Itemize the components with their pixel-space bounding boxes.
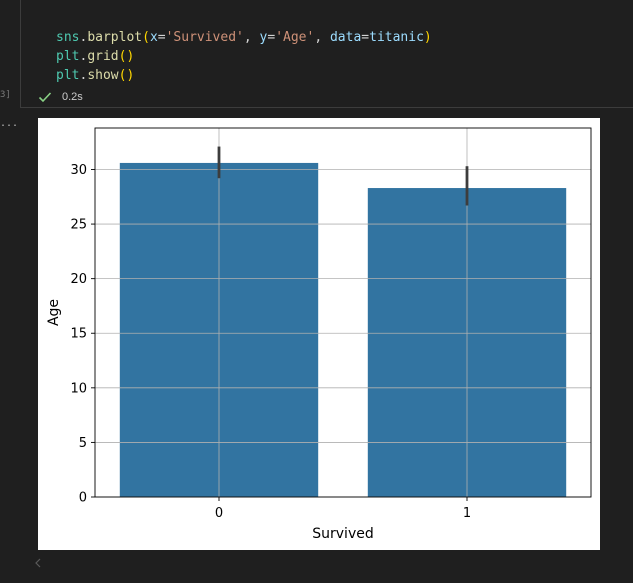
bar-chart: 0 5 10 15 20 25 30 0 1 Survived Age xyxy=(46,127,592,542)
code-line: sns.barplot(x='Survived', y='Age', data=… xyxy=(56,30,432,45)
x-tick-label: 0 xyxy=(215,506,223,521)
y-tick-label: 5 xyxy=(79,436,87,451)
execution-count: 3] xyxy=(0,90,11,100)
x-tick-label: 1 xyxy=(463,506,471,521)
code-line: plt.grid() xyxy=(56,49,135,64)
output-collapse-ellipsis[interactable]: ... xyxy=(0,118,18,129)
y-tick-label: 15 xyxy=(70,327,87,342)
y-tick-label: 10 xyxy=(70,381,87,396)
y-tick-label: 20 xyxy=(70,272,87,287)
execution-status: 0.2s xyxy=(38,90,83,104)
code-editor[interactable]: sns.barplot(x='Survived', y='Age', data=… xyxy=(56,28,432,85)
y-axis-label: Age xyxy=(46,299,62,326)
y-tick-label: 30 xyxy=(70,163,87,178)
execution-time: 0.2s xyxy=(62,91,83,103)
y-tick-label: 0 xyxy=(79,491,87,506)
y-tick-label: 25 xyxy=(70,218,87,233)
check-icon xyxy=(38,92,52,103)
scroll-left-icon[interactable] xyxy=(34,558,42,568)
plot-output: 0 5 10 15 20 25 30 0 1 Survived Age xyxy=(38,118,600,550)
code-line: plt.show() xyxy=(56,68,135,83)
x-axis-label: Survived xyxy=(312,526,373,542)
